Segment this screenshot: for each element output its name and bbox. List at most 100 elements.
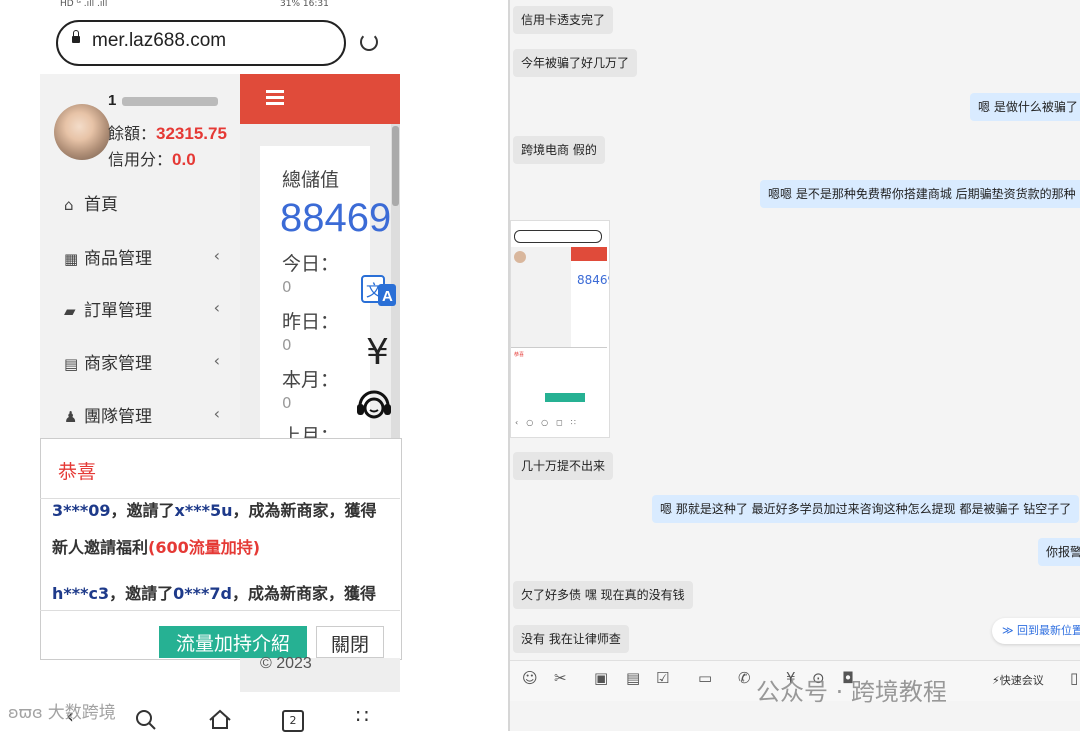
url-text: mer.laz688.com xyxy=(92,30,227,51)
document-icon[interactable]: ▤ xyxy=(626,669,640,687)
chat-message: 欠了好多债 嘿 现在真的没有钱 xyxy=(513,581,693,609)
msg-text: ，邀請了 xyxy=(109,584,174,603)
quick-meeting-button[interactable]: ⚡快速会议 xyxy=(992,672,1044,688)
modal-title: 恭喜 xyxy=(58,461,97,483)
chat-message: 嗯 是做什么被骗了 xyxy=(970,93,1080,121)
home-nav-icon[interactable] xyxy=(208,708,232,730)
thumb-urlbar xyxy=(514,230,602,243)
today-value: 0 xyxy=(282,278,292,296)
emoji-icon[interactable]: ☺ xyxy=(522,669,538,687)
sidebar-item-label: 商品管理 xyxy=(84,249,152,269)
total-deposit-label: 總儲值 xyxy=(282,169,340,191)
status-bar: HD ᴳ .ıll .ıll 31% 16:31 xyxy=(60,0,380,9)
copyright: © 2023 xyxy=(260,655,312,672)
chat-message: 几十万提不出来 xyxy=(513,452,614,480)
watermark-left: ʚϖɞ 大数跨境 xyxy=(8,703,116,723)
image-icon[interactable]: ▣ xyxy=(594,669,608,687)
chevron-left-icon: ‹ xyxy=(213,298,220,317)
close-button[interactable]: 關閉 xyxy=(316,626,384,658)
chat-message: 没有 我在让律师查 xyxy=(513,625,629,653)
chevron-left-icon: ‹ xyxy=(213,246,220,265)
chat-message: 嗯 那就是这种了 最近好多学员加过来咨询这种怎么提现 都是被骗子 钻空子了 xyxy=(652,495,1080,523)
last-month-label: 上月： xyxy=(282,425,340,438)
balance-value: 32315.75 xyxy=(156,124,227,143)
modal-message-1: 3***09，邀請了x***5u，成為新商家，獲得 xyxy=(52,497,376,521)
sidebar-item-label: 商家管理 xyxy=(84,354,152,374)
url-bar[interactable]: mer.laz688.com xyxy=(56,20,346,66)
divider xyxy=(40,610,400,611)
chat-message: 跨境电商 假的 xyxy=(513,136,605,164)
msg-user: h***c3 xyxy=(52,584,110,603)
yesterday-label: 昨日： xyxy=(282,311,340,333)
msg-bonus: (600流量加持) xyxy=(148,538,261,557)
avatar xyxy=(54,104,110,160)
thumb-avatar xyxy=(514,251,526,263)
msg-text: 新人邀請福利 xyxy=(52,538,149,557)
menu-icon[interactable] xyxy=(266,90,284,105)
sidebar-item-team[interactable]: ♟ 團隊管理 ‹ xyxy=(64,402,234,432)
sidebar-item-merchants[interactable]: ▤ 商家管理 ‹ xyxy=(64,349,234,379)
grid-icon: ▦ xyxy=(64,250,79,268)
more-tools-icon[interactable]: ▯ xyxy=(1070,669,1078,687)
thumb-button xyxy=(545,393,585,402)
balance-row: 餘額：32315.75 xyxy=(108,120,227,144)
msg-text: ，邀請了 xyxy=(110,501,175,520)
balance-label: 餘額： xyxy=(108,124,157,143)
chat-message: 信用卡透支完了 xyxy=(513,6,614,34)
month-value: 0 xyxy=(282,394,292,412)
chat-message: 你报警 xyxy=(1038,538,1080,566)
sidebar-item-products[interactable]: ▦ 商品管理 ‹ xyxy=(64,244,234,274)
yen-icon[interactable]: ¥ xyxy=(366,332,389,373)
msg-invitee: 0***7d xyxy=(173,584,232,603)
modal-message-1-line2: 新人邀請福利(600流量加持) xyxy=(52,534,260,558)
sidebar-item-orders[interactable]: ▰ 訂單管理 ‹ xyxy=(64,296,234,326)
reload-icon[interactable] xyxy=(360,33,378,51)
month-label: 本月： xyxy=(282,369,340,391)
credit-value: 0.0 xyxy=(172,150,196,169)
back-to-latest-label: 回到最新位置 xyxy=(1017,624,1080,637)
total-deposit-value: 88469 xyxy=(280,196,392,240)
chevron-left-icon: ‹ xyxy=(213,404,220,423)
status-battery-time: 31% 16:31 xyxy=(280,0,329,9)
folder-icon[interactable]: ▭ xyxy=(698,669,712,687)
phone-redaction xyxy=(122,97,218,106)
back-to-latest-button[interactable]: ≫ 回到最新位置 xyxy=(992,618,1080,644)
sidebar-item-home[interactable]: ⌂ 首頁 xyxy=(64,190,234,220)
sidebar-item-label: 團隊管理 xyxy=(84,407,152,427)
msg-invitee: x***5u xyxy=(174,501,233,520)
thumb-header xyxy=(571,247,607,261)
lock-icon xyxy=(72,30,80,43)
tabs-icon[interactable]: 2 xyxy=(282,710,304,732)
headset-icon[interactable] xyxy=(354,384,394,424)
credit-row: 信用分：0.0 xyxy=(108,146,196,170)
credit-label: 信用分： xyxy=(108,150,173,169)
meeting-icon: ⚡ xyxy=(992,674,1000,687)
team-icon: ♟ xyxy=(64,408,78,426)
thumb-navbar: ‹○○◻∷ xyxy=(515,418,584,427)
folder-icon: ▰ xyxy=(64,302,76,320)
more-icon[interactable]: ∷ xyxy=(356,704,371,728)
translate-icon[interactable]: 文 A xyxy=(360,272,398,310)
phone-icon[interactable]: ✆ xyxy=(738,669,751,687)
chat-message: 嗯嗯 是不是那种免费帮你搭建商城 后期骗垫资货款的那种 xyxy=(760,180,1080,208)
checkbox-icon[interactable]: ☑ xyxy=(656,669,669,687)
traffic-boost-intro-button[interactable]: 流量加持介紹 xyxy=(159,626,307,658)
home-icon: ⌂ xyxy=(64,196,74,214)
top-header-bar xyxy=(240,74,400,124)
scrollbar-thumb[interactable] xyxy=(392,126,399,206)
user-phone: 1 xyxy=(108,92,118,109)
scissors-icon[interactable]: ✂ xyxy=(554,669,567,687)
sidebar-item-label: 訂單管理 xyxy=(84,301,152,321)
image-attachment[interactable]: 恭喜 88469 ‹○○◻∷ xyxy=(510,220,610,438)
quick-meeting-label: 快速会议 xyxy=(999,674,1044,687)
today-label: 今日： xyxy=(282,253,340,275)
watermark-right: 公众号 · 跨境教程 xyxy=(756,678,947,706)
modal-message-2: h***c3，邀請了0***7d，成為新商家，獲得 xyxy=(52,580,376,604)
id-card-icon: ▤ xyxy=(64,355,79,373)
search-icon[interactable] xyxy=(134,708,158,732)
double-chevron-down-icon: ≫ xyxy=(1002,624,1018,637)
thumb-modal-title: 恭喜 xyxy=(514,352,525,358)
msg-text: ，成為新商家，獲得 xyxy=(231,584,376,603)
chevron-left-icon: ‹ xyxy=(213,351,220,370)
chat-message: 今年被骗了好几万了 xyxy=(513,49,638,77)
